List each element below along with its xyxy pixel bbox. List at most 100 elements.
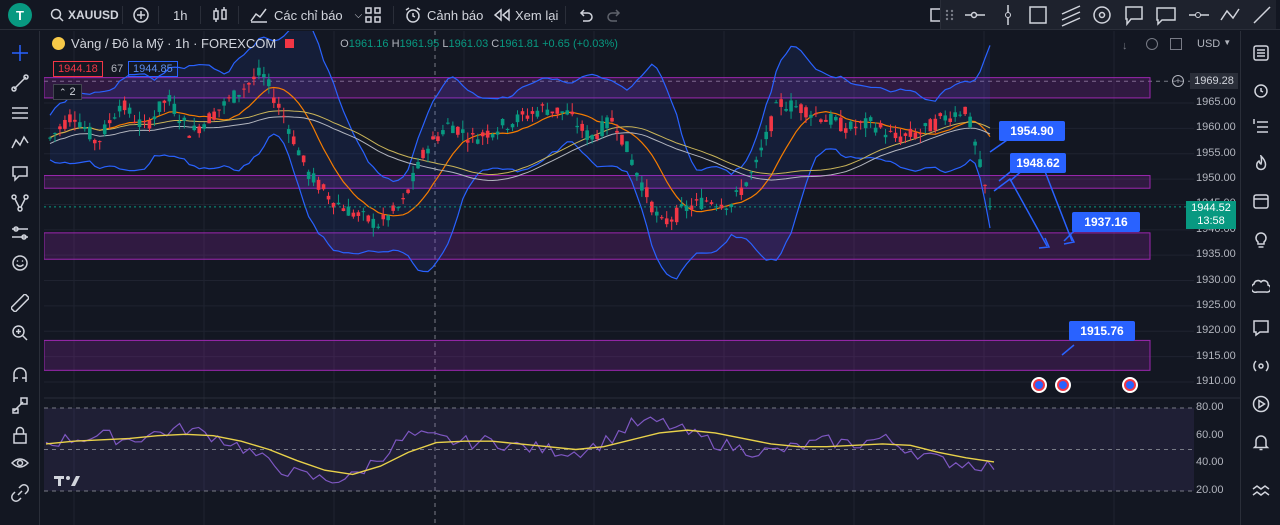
indicators-button[interactable]: Các chỉ báo ⌵ (250, 0, 362, 30)
compare-button[interactable] (132, 0, 150, 30)
target-callout-1[interactable]: 1954.90 (999, 121, 1065, 141)
indicators-collapse-button[interactable]: ⌃ 2 (53, 84, 82, 100)
candle-body (500, 118, 505, 126)
us-event-flag[interactable] (1055, 377, 1071, 393)
add-alert-icon[interactable]: + (1172, 75, 1184, 87)
candle-body (734, 190, 739, 192)
settings-icon[interactable] (1146, 38, 1158, 50)
candle-body (242, 88, 246, 90)
candle-body (341, 208, 346, 212)
callout-icon[interactable] (1125, 6, 1143, 27)
parallel-channel-icon[interactable] (1061, 5, 1081, 27)
indicators-icon (250, 8, 267, 23)
trendline-icon[interactable] (8, 71, 32, 95)
candle-body (386, 215, 391, 221)
chat-dots-icon[interactable] (1249, 316, 1273, 340)
redo-button[interactable] (607, 0, 623, 30)
crosshair-icon[interactable] (8, 41, 32, 65)
candle-body (918, 133, 923, 135)
play-icon[interactable] (1249, 392, 1273, 416)
watchlist-icon[interactable] (1249, 41, 1273, 65)
candle-body (819, 119, 823, 122)
candle-body (232, 90, 236, 103)
sell-price-box[interactable]: 1944.18 (53, 61, 103, 77)
candle-body (157, 101, 162, 112)
magnet-icon[interactable] (8, 363, 32, 387)
price-chart[interactable] (43, 17, 1240, 525)
fib-icon[interactable] (8, 101, 32, 125)
vertical-line-icon[interactable] (1005, 5, 1011, 25)
candle-body (749, 172, 754, 174)
avatar[interactable]: T (8, 3, 32, 27)
signal-icon[interactable] (1249, 354, 1273, 378)
interval-button[interactable]: 1h (173, 0, 187, 30)
ray-icon[interactable] (1189, 12, 1209, 18)
bell-icon[interactable] (1249, 430, 1273, 454)
alarm-icon[interactable] (1249, 78, 1273, 102)
candle-body (674, 207, 679, 223)
candle-body (878, 123, 883, 128)
candle-body (525, 115, 530, 119)
candle-body (436, 136, 440, 141)
candle-body (441, 130, 445, 135)
zoom-icon[interactable] (8, 321, 32, 345)
candle-body (699, 197, 704, 210)
target-icon[interactable] (1093, 6, 1111, 24)
symbol-title[interactable]: Vàng / Đô la Mỹ · 1h · FOREXCOM (71, 36, 276, 51)
line-icon[interactable] (1253, 6, 1271, 24)
chart-pane[interactable] (43, 17, 1240, 525)
idea-icon[interactable] (1249, 228, 1273, 252)
chart-type-button[interactable] (212, 0, 228, 30)
candle-body (366, 215, 371, 222)
brush-icon[interactable] (8, 161, 32, 185)
rectangle-icon[interactable] (1029, 6, 1047, 24)
measure-icon[interactable] (8, 221, 32, 245)
target-callout-3[interactable]: 1937.16 (1072, 212, 1140, 232)
drag-handle-icon[interactable] (945, 9, 954, 21)
search-icon (50, 8, 64, 22)
unlink-icon[interactable] (8, 481, 32, 505)
candle-body (431, 136, 435, 140)
horizontal-line-icon[interactable] (965, 11, 985, 19)
candle-body (600, 121, 604, 137)
smile-icon[interactable] (8, 251, 32, 275)
candle-body (202, 124, 206, 129)
lock-icon[interactable] (8, 423, 32, 447)
candle-body (470, 133, 475, 135)
symbol-search-button[interactable]: XAUUSD (50, 0, 119, 30)
target-callout-2[interactable]: 1948.62 (1010, 153, 1066, 173)
calendar-list-icon[interactable] (1249, 115, 1273, 139)
candle-body (605, 117, 609, 129)
us-event-flag[interactable] (1031, 377, 1047, 393)
candle-body (873, 127, 878, 133)
rsi-axis-label: 20.00 (1196, 484, 1224, 496)
waves-icon[interactable] (1249, 479, 1273, 503)
candle-body (451, 125, 455, 134)
candle-body (262, 74, 266, 78)
tradingview-logo-icon[interactable] (54, 474, 82, 492)
path-icon[interactable] (8, 191, 32, 215)
candle-body (858, 121, 863, 123)
scroll-down-icon[interactable]: ↓ (1122, 40, 1128, 52)
fullscreen-icon[interactable] (1170, 38, 1182, 50)
pattern-icon[interactable] (8, 131, 32, 155)
undo-button[interactable] (577, 0, 593, 30)
replay-button[interactable]: Xem lại (494, 0, 558, 30)
hot-icon[interactable] (1249, 152, 1273, 176)
candle-body (953, 112, 957, 117)
ruler-icon[interactable] (8, 291, 32, 315)
currency-button[interactable]: USD ▼ (1197, 38, 1231, 50)
price-axis-label: 1915.00 (1196, 349, 1236, 362)
candle-body (968, 116, 972, 128)
us-event-flag[interactable] (1122, 377, 1138, 393)
target-callout-4[interactable]: 1915.76 (1069, 321, 1135, 341)
chat-icon[interactable] (1249, 276, 1273, 300)
comment-icon[interactable] (1156, 7, 1176, 26)
alert-button[interactable]: Cảnh báo (404, 0, 483, 30)
zigzag-icon[interactable] (1220, 8, 1240, 21)
calendar-icon[interactable] (1249, 189, 1273, 213)
eye-icon[interactable] (8, 451, 32, 475)
lock-draw-icon[interactable] (8, 393, 32, 417)
templates-button[interactable] (365, 0, 381, 30)
buy-price-box[interactable]: 1944.85 (128, 61, 178, 77)
